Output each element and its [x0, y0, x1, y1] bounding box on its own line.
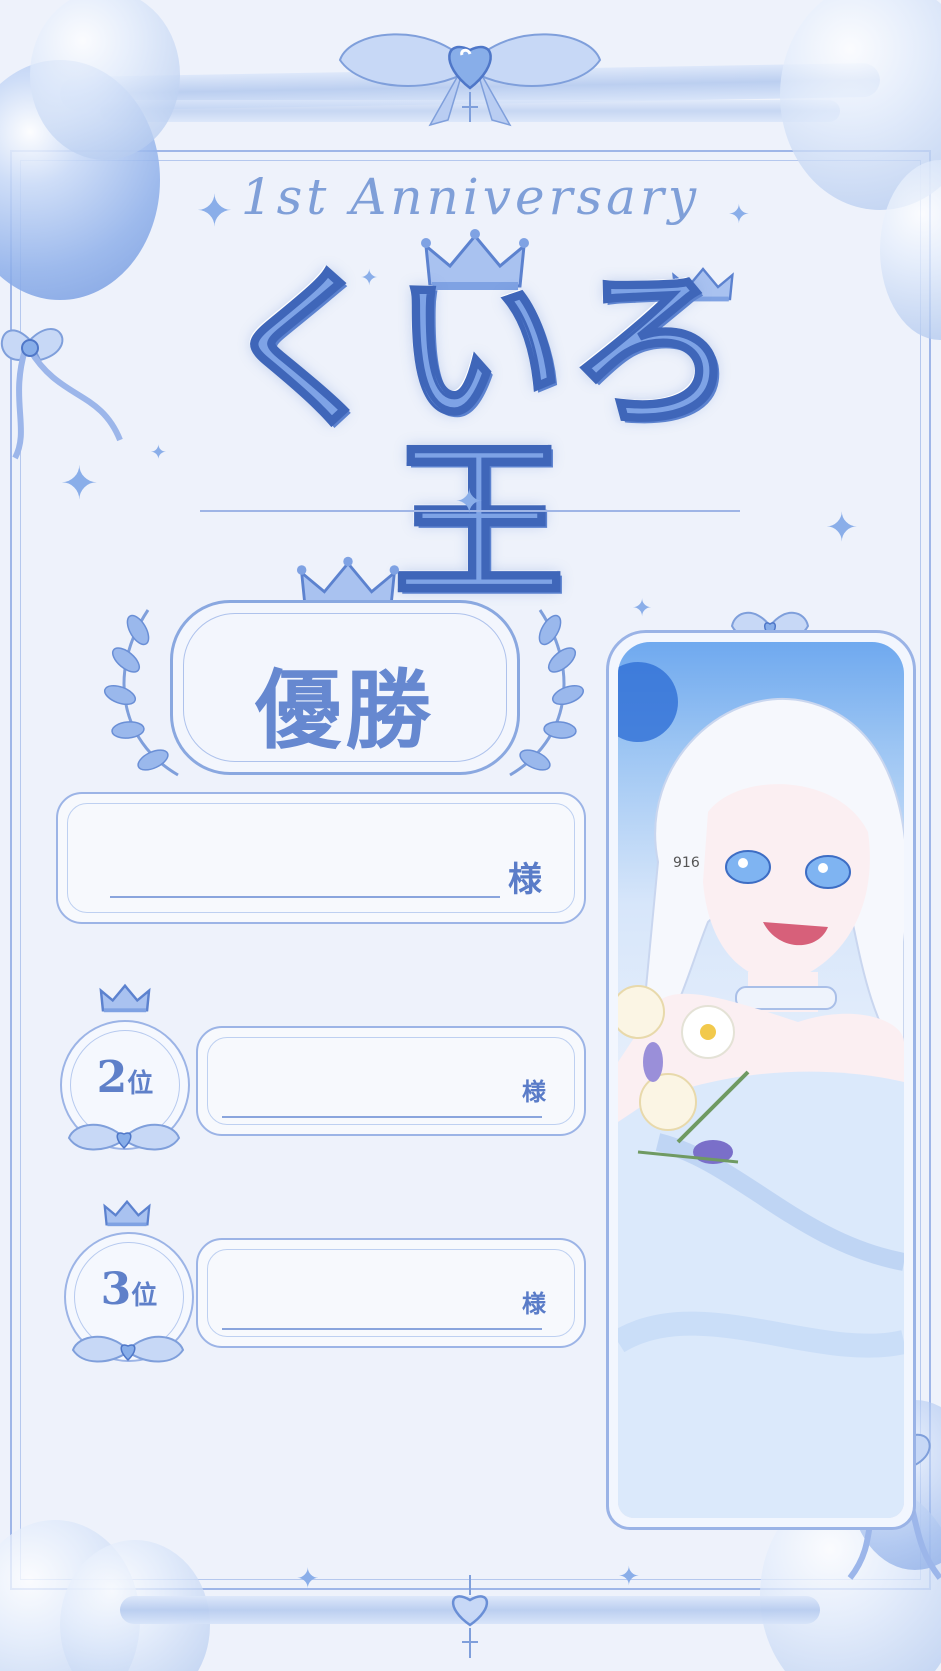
winner-name-line — [110, 896, 500, 898]
sparkle-icon: ✦ — [60, 456, 99, 510]
second-name-line — [222, 1116, 542, 1118]
character-illustration: 916 — [618, 662, 904, 1518]
winner-label: 優勝 — [255, 660, 435, 761]
rank-suffix: 位 — [127, 1069, 154, 1099]
sparkle-icon: ✦ — [825, 505, 859, 551]
bow-icon — [71, 1335, 185, 1363]
top-bow-icon — [338, 33, 602, 127]
event-title: くいろ王 — [218, 250, 741, 623]
rank-number: 2 — [96, 1052, 128, 1103]
left-bow-icon — [0, 328, 123, 460]
sparkle-icon: ✦ — [618, 1562, 640, 1592]
rank-suffix: 位 — [131, 1281, 158, 1311]
bow-icon — [67, 1123, 181, 1151]
balloon-icon — [30, 0, 180, 160]
bottom-heart-icon — [451, 1575, 489, 1658]
character-portrait: 916 — [618, 642, 904, 1518]
second-honorific: 様 — [522, 1077, 546, 1106]
rank-label-2: 2位 — [60, 1052, 190, 1103]
crown-icon — [103, 1199, 151, 1227]
artist-signature: 916 — [673, 855, 700, 871]
winner-honorific: 様 — [508, 860, 542, 900]
certificate-page: ✦ ✦ ✦ ✦ ✦ ✦ ✦ ✦ ✦ 1st Anniversary くいろ王 ✦ — [0, 0, 941, 1671]
third-name-line — [222, 1328, 542, 1330]
anniversary-subtitle: 1st Anniversary — [240, 168, 701, 226]
crown-icon — [99, 983, 151, 1013]
sparkle-icon: ✦ — [455, 482, 484, 522]
winner-name-field[interactable] — [56, 792, 586, 924]
sparkle-icon: ✦ — [296, 1562, 320, 1595]
third-honorific: 様 — [522, 1289, 546, 1318]
rank-number: 3 — [100, 1264, 132, 1315]
rank-label-3: 3位 — [64, 1264, 194, 1315]
